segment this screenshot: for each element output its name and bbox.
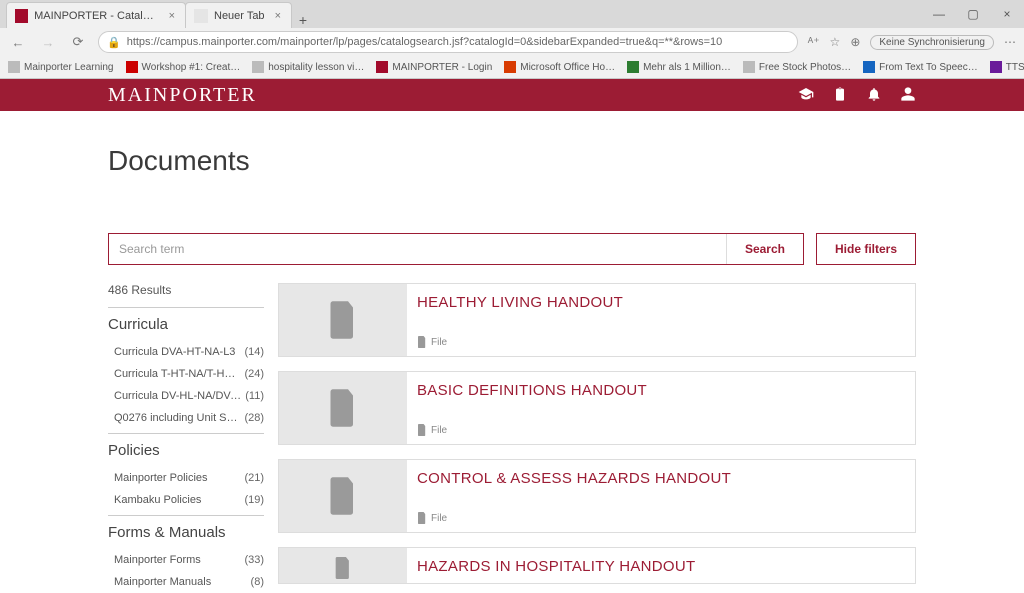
window-controls: — ▢ × xyxy=(922,0,1024,28)
bell-icon[interactable] xyxy=(866,86,882,105)
bookmark-item[interactable]: hospitality lesson vi… xyxy=(252,61,364,73)
card-title[interactable]: HEALTHY LIVING HANDOUT xyxy=(417,294,905,311)
tab-title: MAINPORTER - Catalogue xyxy=(34,10,158,22)
close-window-button[interactable]: × xyxy=(990,0,1024,28)
hide-filters-button[interactable]: Hide filters xyxy=(816,233,916,265)
url-text: https://campus.mainporter.com/mainporter… xyxy=(127,36,723,48)
url-field[interactable]: 🔒 https://campus.mainporter.com/mainport… xyxy=(98,31,798,53)
app-header: MAINPORTER xyxy=(0,79,1024,111)
page-title: Documents xyxy=(108,145,916,177)
sync-status[interactable]: Keine Synchronisierung xyxy=(870,35,994,50)
card-body: HAZARDS IN HOSPITALITY HANDOUT xyxy=(407,548,915,583)
facet-item[interactable]: Curricula T-HT-NA/T-HL-…(24) xyxy=(108,363,264,385)
document-icon xyxy=(279,460,407,532)
card-body: CONTROL & ASSESS HAZARDS HANDOUT File xyxy=(407,460,915,532)
bookmark-item[interactable]: Microsoft Office Ho… xyxy=(504,61,615,73)
bookmark-item[interactable]: Mehr als 1 Million… xyxy=(627,61,731,73)
bookmark-item[interactable]: TTSFree.com - Text… xyxy=(990,61,1024,73)
document-icon xyxy=(279,284,407,356)
bookmark-icon xyxy=(863,61,875,73)
facet-item[interactable]: Kambaku Policies(19) xyxy=(108,489,264,511)
bookmark-icon xyxy=(743,61,755,73)
minimize-button[interactable]: — xyxy=(922,0,956,28)
menu-icon[interactable]: ⋯ xyxy=(1004,35,1016,49)
address-bar: ← → ⟳ 🔒 https://campus.mainporter.com/ma… xyxy=(0,28,1024,56)
toolbar-right: ᴬ⁺ ☆ ⊕ Keine Synchronisierung ⋯ xyxy=(808,35,1016,50)
card-title[interactable]: CONTROL & ASSESS HAZARDS HANDOUT xyxy=(417,470,905,487)
facet-item[interactable]: Mainporter Policies(21) xyxy=(108,467,264,489)
forward-button[interactable]: → xyxy=(38,35,58,50)
card-body: BASIC DEFINITIONS HANDOUT File xyxy=(407,372,915,444)
search-input[interactable] xyxy=(109,234,726,264)
facet-title: Forms & Manuals xyxy=(108,524,264,541)
facet-title: Policies xyxy=(108,442,264,459)
facet-title: Curricula xyxy=(108,316,264,333)
result-card[interactable]: HAZARDS IN HOSPITALITY HANDOUT xyxy=(278,547,916,584)
document-icon xyxy=(279,548,407,583)
card-meta: File xyxy=(417,512,905,524)
favicon-icon xyxy=(194,9,208,23)
bookmark-icon xyxy=(126,61,138,73)
facet-item[interactable]: Curricula DVA-HT-NA-L3(14) xyxy=(108,341,264,363)
bookmark-item[interactable]: From Text To Speec… xyxy=(863,61,978,73)
card-body: HEALTHY LIVING HANDOUT File xyxy=(407,284,915,356)
lower-region: 486 Results Curricula Curricula DVA-HT-N… xyxy=(108,283,916,593)
browser-chrome: MAINPORTER - Catalogue × Neuer Tab × + —… xyxy=(0,0,1024,79)
bookmark-icon xyxy=(504,61,516,73)
browser-tab-active[interactable]: MAINPORTER - Catalogue × xyxy=(6,2,186,28)
search-box: Search xyxy=(108,233,804,265)
facet-item[interactable]: Q0276 including Unit St…(28) xyxy=(108,407,264,429)
result-card[interactable]: CONTROL & ASSESS HAZARDS HANDOUT File xyxy=(278,459,916,533)
bookmark-item[interactable]: MAINPORTER - Login xyxy=(376,61,492,73)
bookmark-item[interactable]: Workshop #1: Creat… xyxy=(126,61,241,73)
results-list: HEALTHY LIVING HANDOUT File BASIC DEFINI… xyxy=(278,283,916,593)
graduation-cap-icon[interactable] xyxy=(798,86,814,105)
bookmark-item[interactable]: Free Stock Photos… xyxy=(743,61,851,73)
card-meta: File xyxy=(417,336,905,348)
brand-logo[interactable]: MAINPORTER xyxy=(108,84,257,107)
bookmark-icon xyxy=(376,61,388,73)
user-icon[interactable] xyxy=(900,86,916,105)
browser-tab[interactable]: Neuer Tab × xyxy=(185,2,292,28)
search-row: Search Hide filters xyxy=(108,233,916,265)
bookmark-icon xyxy=(8,61,20,73)
search-button[interactable]: Search xyxy=(726,234,803,264)
results-count: 486 Results xyxy=(108,283,264,297)
header-icons xyxy=(798,86,916,105)
back-button[interactable]: ← xyxy=(8,35,28,50)
clipboard-icon[interactable] xyxy=(832,86,848,105)
bookmarks-bar: Mainporter Learning Workshop #1: Creat… … xyxy=(0,56,1024,78)
collections-icon[interactable]: ⊕ xyxy=(850,35,860,49)
bookmark-icon xyxy=(627,61,639,73)
close-icon[interactable]: × xyxy=(169,10,175,22)
reader-icon[interactable]: ᴬ⁺ xyxy=(808,35,820,49)
card-meta: File xyxy=(417,424,905,436)
card-title[interactable]: BASIC DEFINITIONS HANDOUT xyxy=(417,382,905,399)
new-tab-button[interactable]: + xyxy=(291,12,315,28)
maximize-button[interactable]: ▢ xyxy=(956,0,990,28)
lock-icon: 🔒 xyxy=(107,36,121,49)
close-icon[interactable]: × xyxy=(275,10,281,22)
bookmark-icon xyxy=(990,61,1002,73)
bookmark-item[interactable]: Mainporter Learning xyxy=(8,61,114,73)
facet-item[interactable]: Mainporter Forms(33) xyxy=(108,549,264,571)
tab-title: Neuer Tab xyxy=(214,10,265,22)
facet-item[interactable]: Mainporter Manuals(8) xyxy=(108,571,264,593)
result-card[interactable]: BASIC DEFINITIONS HANDOUT File xyxy=(278,371,916,445)
bookmark-icon xyxy=(252,61,264,73)
filters-sidebar: 486 Results Curricula Curricula DVA-HT-N… xyxy=(108,283,264,593)
facet-item[interactable]: Curricula DV-HL-NA/DV-…(11) xyxy=(108,385,264,407)
card-title[interactable]: HAZARDS IN HOSPITALITY HANDOUT xyxy=(417,558,905,575)
refresh-button[interactable]: ⟳ xyxy=(68,34,88,50)
favicon-icon xyxy=(15,9,28,23)
document-icon xyxy=(279,372,407,444)
tab-strip: MAINPORTER - Catalogue × Neuer Tab × + —… xyxy=(0,0,1024,28)
content-area: Documents Search Hide filters 486 Result… xyxy=(108,145,916,593)
favorite-icon[interactable]: ☆ xyxy=(830,35,841,49)
result-card[interactable]: HEALTHY LIVING HANDOUT File xyxy=(278,283,916,357)
